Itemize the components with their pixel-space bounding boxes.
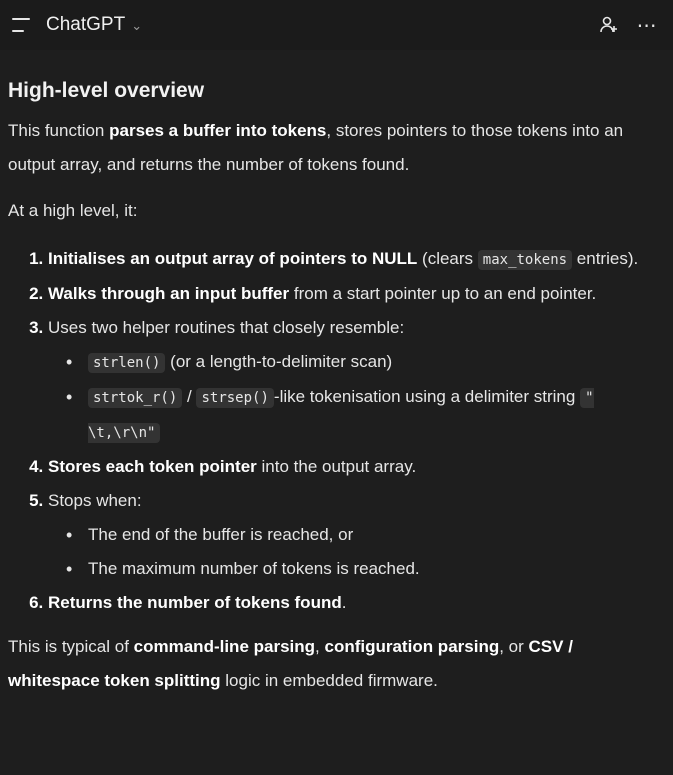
chevron-down-icon: ⌄ bbox=[131, 18, 143, 33]
inline-code: strlen() bbox=[88, 353, 166, 373]
closing-text: logic in embedded firmware. bbox=[220, 671, 438, 690]
list-item: Uses two helper routines that closely re… bbox=[48, 311, 659, 450]
step-text: . bbox=[341, 593, 347, 612]
inline-code: max_tokens bbox=[477, 250, 573, 270]
list-item: Stops when: The end of the buffer is rea… bbox=[48, 484, 659, 586]
intro-bold: parses a buffer into tokens bbox=[109, 121, 327, 140]
sub-list-item: strtok_r() / strsep()-like tokenisation … bbox=[66, 380, 659, 450]
top-bar: ChatGPT ⌄ ⋯ bbox=[0, 0, 673, 50]
step-text: from a start pointer up to an end pointe… bbox=[289, 284, 597, 303]
inline-code: strtok_r() bbox=[88, 388, 183, 408]
section-heading: High-level overview bbox=[8, 79, 205, 102]
closing-bold: configuration parsing bbox=[324, 637, 500, 656]
step-bold: Stores each token pointer bbox=[48, 457, 257, 476]
message-content: High-level overview This function parses… bbox=[0, 50, 673, 698]
intro-text: This function bbox=[8, 121, 110, 140]
step-bold: Walks through an input buffer bbox=[48, 284, 290, 303]
list-item: Walks through an input buffer from a sta… bbox=[48, 277, 659, 311]
step-text: / bbox=[182, 387, 197, 406]
sub-list-item: strlen() (or a length-to-delimiter scan) bbox=[66, 345, 659, 380]
step-text: -like tokenisation using a delimiter str… bbox=[273, 387, 581, 406]
inline-code: strsep() bbox=[196, 388, 274, 408]
list-item: Stores each token pointer into the outpu… bbox=[48, 450, 659, 484]
steps-list: Initialises an output array of pointers … bbox=[8, 242, 659, 620]
step-bold: Returns the number of tokens found bbox=[48, 593, 342, 612]
list-item: Initialises an output array of pointers … bbox=[48, 242, 659, 277]
closing-text: , or bbox=[499, 637, 529, 656]
add-person-icon[interactable] bbox=[593, 9, 625, 41]
sub-list-item: The maximum number of tokens is reached. bbox=[66, 552, 659, 586]
intro-paragraph: This function parses a buffer into token… bbox=[8, 114, 659, 182]
closing-text: This is typical of bbox=[8, 637, 134, 656]
menu-icon[interactable] bbox=[12, 18, 32, 32]
more-options-icon[interactable]: ⋯ bbox=[631, 9, 663, 41]
sub-list: strlen() (or a length-to-delimiter scan)… bbox=[48, 345, 659, 450]
lead-paragraph: At a high level, it: bbox=[8, 201, 138, 220]
model-selector[interactable]: ChatGPT ⌄ bbox=[46, 14, 142, 36]
step-text: Uses two helper routines that closely re… bbox=[48, 318, 405, 337]
closing-paragraph: This is typical of command-line parsing,… bbox=[8, 630, 659, 698]
step-text: (clears bbox=[417, 249, 478, 268]
step-text: into the output array. bbox=[256, 457, 417, 476]
closing-bold: command-line parsing bbox=[133, 637, 316, 656]
app-title: ChatGPT bbox=[46, 14, 126, 35]
list-item: Returns the number of tokens found. bbox=[48, 586, 659, 620]
sub-list: The end of the buffer is reached, or The… bbox=[48, 518, 659, 586]
step-text: entries). bbox=[572, 249, 639, 268]
step-text: Stops when: bbox=[48, 491, 142, 510]
step-text: (or a length-to-delimiter scan) bbox=[165, 352, 393, 371]
step-bold: Initialises an output array of pointers … bbox=[48, 249, 418, 268]
sub-list-item: The end of the buffer is reached, or bbox=[66, 518, 659, 552]
